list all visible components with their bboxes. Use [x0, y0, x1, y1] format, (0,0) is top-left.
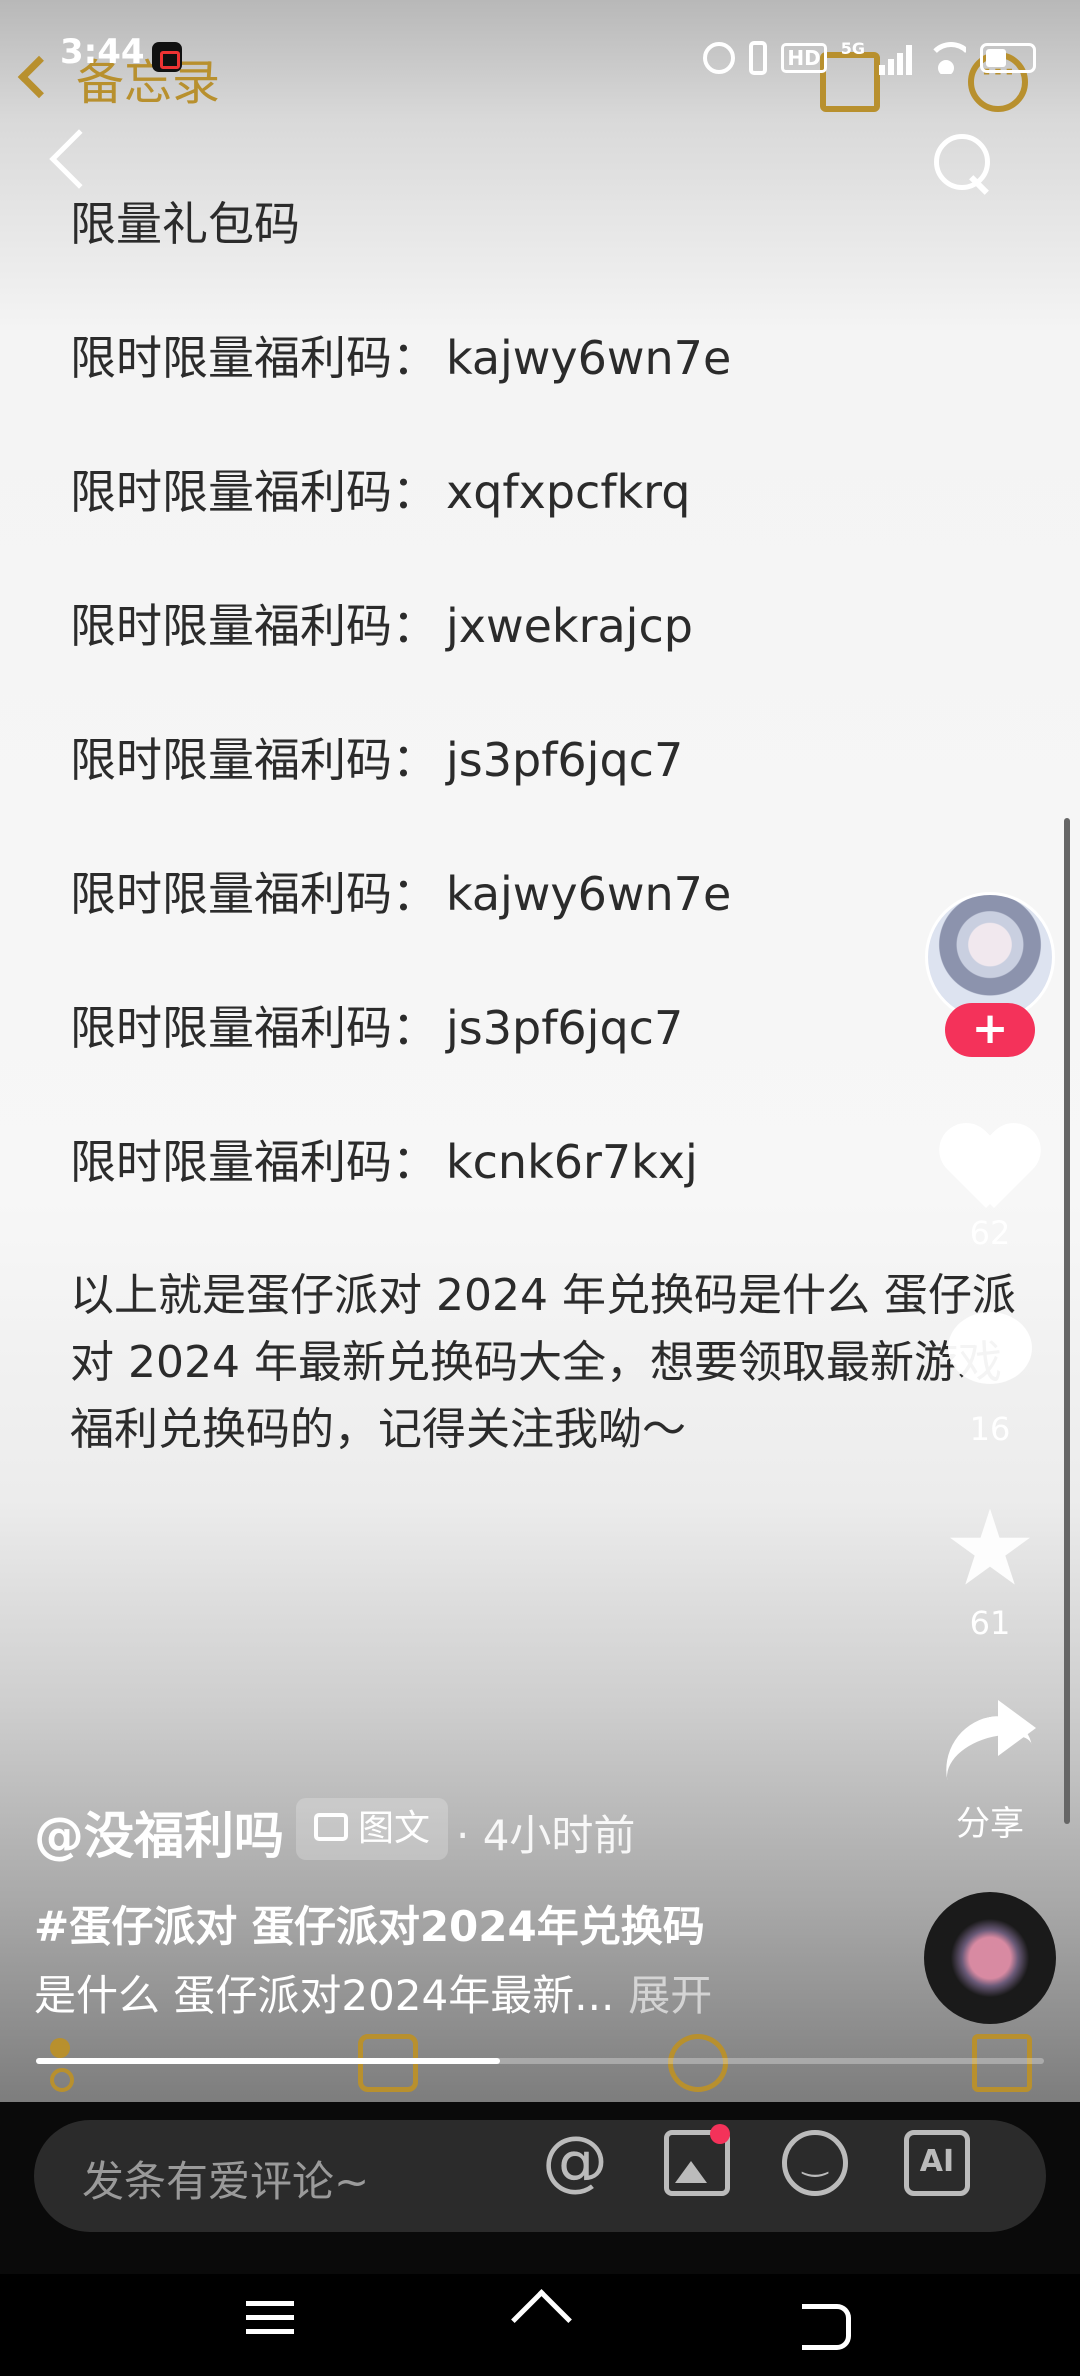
scrollbar[interactable]: [1064, 818, 1070, 1824]
battery-icon: [980, 43, 1036, 73]
back-icon[interactable]: [49, 129, 109, 189]
code-value: kcnk6r7kxj: [446, 1135, 698, 1189]
code-value: kajwy6wn7e: [446, 331, 732, 385]
code-prefix: 限时限量福利码：: [70, 465, 438, 519]
favorite-icon[interactable]: ★: [940, 1496, 1040, 1600]
hd-icon: HD: [781, 43, 827, 73]
ai-icon[interactable]: AI: [904, 2130, 970, 2196]
code-prefix: 限时限量福利码：: [70, 1135, 438, 1189]
status-bar: 3:44 HD 5G: [0, 0, 1080, 110]
alarm-icon: [703, 42, 736, 74]
note-content: 限量礼包码 限时限量福利码： kajwy6wn7e 限时限量福利码： xqfxpcf…: [70, 192, 1030, 1463]
system-nav-bar: [0, 2274, 1080, 2376]
code-prefix: 限时限量福利码：: [70, 599, 438, 653]
author-name[interactable]: @没福利吗: [34, 1796, 284, 1868]
wifi-icon: [926, 42, 966, 74]
caption-hashtag[interactable]: #蛋仔派对 蛋仔派对2024年兑换码: [34, 1893, 705, 1954]
post-viewer[interactable]: 备忘录 ··· 3:44 HD 5G 限量礼包码 限时限量福利码： kajwy6w…: [0, 0, 1080, 2102]
note-heading: 限量礼包码: [70, 197, 300, 251]
expand-link[interactable]: 展开: [628, 1971, 712, 2020]
code-prefix: 限时限量福利码：: [70, 1001, 438, 1055]
home-icon[interactable]: [510, 2292, 570, 2352]
emoji-icon[interactable]: ‿: [782, 2130, 848, 2196]
screen-record-icon: [152, 42, 182, 72]
code-value: jxwekrajcp: [446, 599, 693, 653]
code-prefix: 限时限量福利码：: [70, 733, 438, 787]
caption-line: 是什么 蛋仔派对2024年最新...: [34, 1971, 615, 2020]
image-icon: [314, 1813, 348, 1841]
code-line: 限时限量福利码： jxwekrajcp: [70, 594, 1030, 658]
code-line: 限时限量福利码： js3pf6jqc7: [70, 728, 1030, 792]
note-paragraph: 以上就是蛋仔派对 2024 年兑换码是什么 蛋仔派对 2024 年最新兑换码大全…: [70, 1270, 1016, 1455]
music-disc[interactable]: [924, 1892, 1056, 2024]
back-nav-icon[interactable]: [796, 2292, 856, 2352]
comment-placeholder: 发条有爱评论~: [82, 2157, 370, 2206]
code-prefix: 限时限量福利码：: [70, 331, 438, 385]
like-count: 62: [969, 1214, 1011, 1252]
image-progress-bar: [36, 2058, 1044, 2064]
mention-icon[interactable]: @: [542, 2128, 608, 2196]
code-value: xqfxpcfkrq: [446, 465, 691, 519]
network-type: 5G: [840, 38, 865, 58]
share-label[interactable]: 分享: [940, 1796, 1040, 1845]
follow-button[interactable]: +: [945, 1003, 1035, 1057]
notification-dot: [710, 2124, 730, 2144]
code-prefix: 限时限量福利码：: [70, 867, 438, 921]
progress-fill: [36, 2058, 500, 2064]
code-value: kajwy6wn7e: [446, 867, 732, 921]
share-arrow-icon[interactable]: [940, 1696, 1040, 1786]
search-icon[interactable]: [934, 134, 992, 192]
caption-text: 是什么 蛋仔派对2024年最新... 展开: [34, 1962, 712, 2023]
status-icons: HD 5G: [703, 38, 1036, 78]
signal-icon: [879, 41, 912, 75]
comment-icon[interactable]: [940, 1312, 1040, 1402]
code-line: 限时限量福利码： xqfxpcfkrq: [70, 460, 1030, 524]
code-value: js3pf6jqc7: [446, 1001, 684, 1055]
favorite-count: 61: [969, 1604, 1011, 1642]
post-type-label: 图文: [358, 1808, 431, 1849]
code-line: 限时限量福利码： kajwy6wn7e: [70, 326, 1030, 390]
menu-icon[interactable]: [240, 2292, 300, 2352]
code-line: 限时限量福利码： kajwy6wn7e: [70, 862, 1030, 926]
status-time: 3:44: [60, 32, 145, 72]
code-line: 限时限量福利码： kcnk6r7kxj: [70, 1130, 1030, 1194]
like-icon[interactable]: [940, 1118, 1040, 1208]
comment-bar: 发条有爱评论~ @ ‿ AI: [0, 2102, 1080, 2274]
post-type-badge: 图文: [296, 1798, 449, 1860]
comment-input[interactable]: 发条有爱评论~: [34, 2120, 1046, 2232]
post-time: · 4小时前: [456, 1811, 636, 1860]
code-value: js3pf6jqc7: [446, 733, 684, 787]
code-line: 限时限量福利码： js3pf6jqc7: [70, 996, 1030, 1060]
vibrate-icon: [749, 41, 768, 75]
comment-count: 16: [969, 1410, 1011, 1448]
